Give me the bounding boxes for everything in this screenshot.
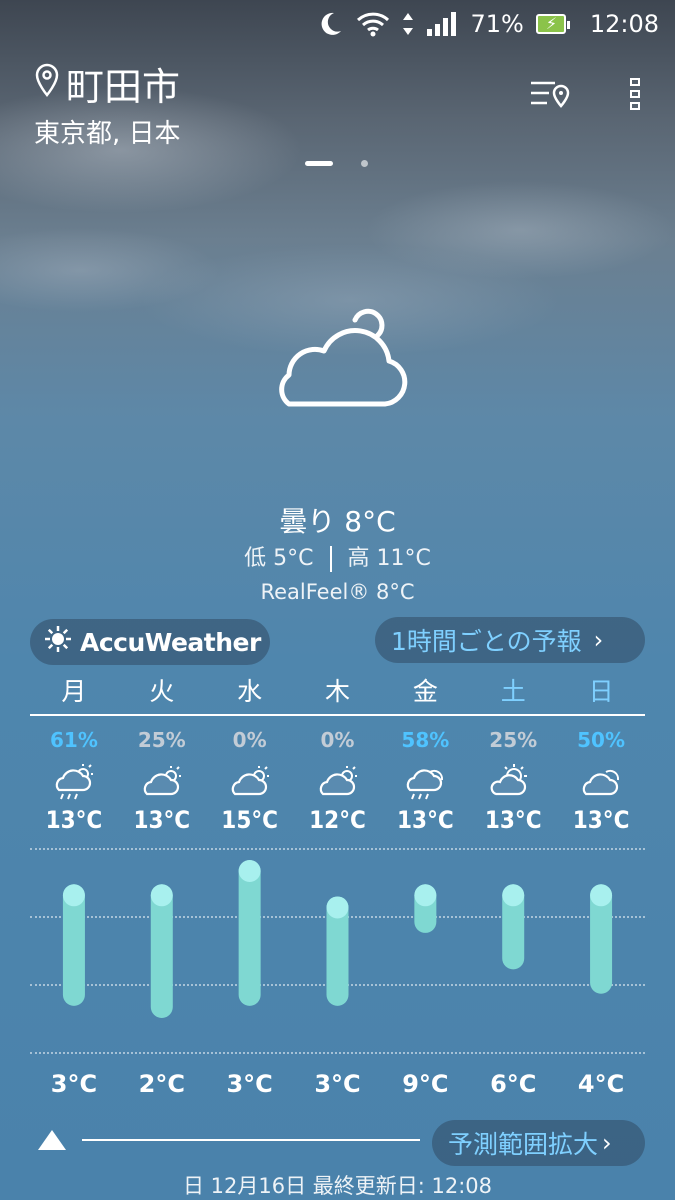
accuweather-label: AccuWeather: [80, 627, 261, 657]
page-dot[interactable]: [361, 160, 368, 167]
temp-high-cap: [62, 884, 85, 907]
grid-line: [30, 1052, 645, 1054]
current-min-max: 低 5°C 高 11°C: [0, 540, 675, 572]
forecast-day[interactable]: 61% 13°C: [30, 728, 118, 834]
temp-high-cap: [590, 884, 613, 907]
last-updated: 日 12月16日 最終更新日: 12:08: [182, 1174, 493, 1198]
high-temp: 13°C: [133, 806, 191, 834]
low-temp: 3°C: [226, 1070, 273, 1098]
low-temp: 9°C: [402, 1070, 449, 1098]
high-temp: 15°C: [221, 806, 278, 834]
forecast-day[interactable]: 0% 12°C: [294, 728, 382, 834]
forecast-day[interactable]: 25% 13°C: [469, 728, 557, 834]
precip-chance: 0%: [232, 728, 267, 752]
realfeel-temp: RealFeel® 8°C: [260, 580, 415, 604]
cloud-sun-icon: [206, 760, 294, 804]
current-high: 高 11°C: [347, 546, 431, 571]
day-name: 土: [500, 677, 526, 706]
cloud-rain-sun-icon: [30, 760, 118, 804]
low-temp: 3°C: [314, 1070, 361, 1098]
city-name: 町田市: [66, 65, 181, 109]
accuweather-button[interactable]: AccuWeather: [30, 619, 270, 665]
wifi-icon: [356, 11, 390, 37]
low-temp: 2°C: [138, 1070, 185, 1098]
accuweather-sun-icon: [44, 625, 72, 659]
precip-chance: 25%: [137, 728, 186, 752]
precip-chance: 50%: [577, 728, 626, 752]
forecast-day[interactable]: 58% 13°C: [381, 728, 469, 834]
location-pin-icon: [34, 62, 60, 106]
day-name: 金: [412, 677, 438, 706]
high-temp: 13°C: [484, 806, 542, 834]
region-name: 東京都, 日本: [34, 119, 181, 149]
forecast-day[interactable]: 0% 15°C: [206, 728, 294, 834]
temp-high-cap: [502, 884, 525, 907]
temp-high-cap: [150, 884, 173, 907]
signal-icon: [426, 11, 458, 37]
battery-percent: 71%: [470, 10, 524, 38]
low-temp: 6°C: [490, 1070, 537, 1098]
hourly-forecast-label: 1時間ごとの予報: [391, 627, 582, 656]
precip-chance: 25%: [489, 728, 538, 752]
data-arrows-icon: [402, 11, 414, 37]
current-condition: 曇り 8°C: [279, 505, 396, 538]
page-indicator: [305, 160, 368, 167]
cloud-sun-icon: [118, 760, 206, 804]
collapse-triangle-icon[interactable]: [38, 1130, 66, 1150]
sun-cloud-icon: [469, 760, 557, 804]
battery-icon: ⚡: [535, 14, 570, 34]
cloud-icon: [557, 760, 645, 804]
current-low: 低 5°C: [244, 546, 314, 571]
temp-high-cap: [326, 896, 349, 919]
day-name: 火: [149, 677, 175, 706]
hourly-forecast-button[interactable]: 1時間ごとの予報 ›: [375, 617, 645, 663]
divider: [82, 1139, 420, 1141]
chevron-right-icon: ›: [602, 1129, 612, 1157]
moon-icon: [316, 10, 344, 38]
more-menu-icon[interactable]: [629, 76, 641, 116]
precip-chance: 61%: [49, 728, 98, 752]
forecast-day[interactable]: 25% 13°C: [118, 728, 206, 834]
day-name: 月: [61, 677, 87, 706]
temp-range-chart: [62, 860, 613, 1018]
high-temp: 13°C: [572, 806, 630, 834]
cloud-rain-icon: [381, 760, 469, 804]
forecast-day[interactable]: 50% 13°C: [557, 728, 645, 834]
bottom-nav: 予測範囲拡大 ›: [30, 1120, 645, 1166]
location-header: 町田市 東京都, 日本: [34, 56, 181, 150]
high-temp: 13°C: [45, 806, 103, 834]
clock: 12:08: [589, 10, 659, 38]
temp-high-cap: [238, 860, 261, 882]
page-dot-active: [305, 161, 333, 166]
day-name: 日: [588, 677, 614, 706]
cloud-sun-icon: [294, 760, 382, 804]
manage-locations-icon[interactable]: [529, 78, 571, 114]
cloudy-icon: [255, 298, 415, 417]
low-temps-row: 3°C 2°C 3°C 3°C 9°C 6°C 4°C: [30, 1070, 645, 1098]
expand-forecast-label: 予測範囲拡大: [448, 1130, 599, 1159]
chevron-right-icon: ›: [593, 626, 604, 654]
day-name: 水: [237, 677, 263, 706]
forecast-day-header: 月 火 水 木 金 土 日: [30, 672, 645, 716]
precip-chance: 58%: [401, 728, 450, 752]
day-name: 木: [325, 677, 351, 706]
low-temp: 3°C: [50, 1070, 98, 1098]
forecast-columns: 61% 13°C 25% 13°C 0% 15°C 0% 12°C 58% 13…: [30, 728, 645, 834]
high-temp: 12°C: [309, 806, 366, 834]
status-bar: 71% ⚡ 12:08: [0, 0, 675, 48]
low-temp: 4°C: [577, 1070, 625, 1098]
high-temp: 13°C: [397, 806, 454, 834]
expand-forecast-button[interactable]: 予測範囲拡大 ›: [432, 1120, 645, 1166]
temp-high-cap: [414, 884, 437, 907]
precip-chance: 0%: [320, 728, 355, 752]
